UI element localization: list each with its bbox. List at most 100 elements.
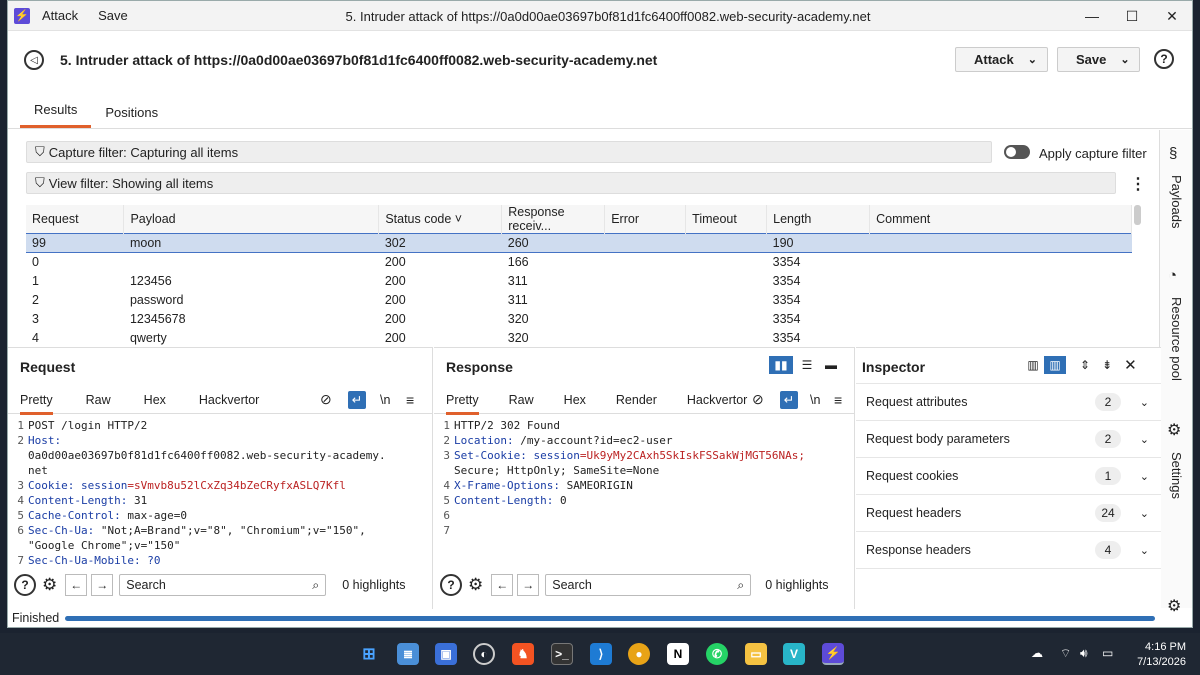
inspector-row[interactable]: Request headers 24 ⌄	[856, 495, 1161, 532]
request-tab-pretty[interactable]: Pretty	[20, 393, 53, 415]
clock[interactable]: 4:16 PM 7/13/2026	[1137, 640, 1186, 670]
tab-results[interactable]: Results	[20, 102, 92, 128]
whatsapp-icon[interactable]: ✆	[706, 643, 728, 665]
expand-icon[interactable]: ⇕	[1080, 358, 1090, 372]
arrow-right-icon[interactable]: →	[517, 574, 540, 596]
tab-positions[interactable]: Positions	[91, 105, 172, 128]
wrap-icon[interactable]: ↵	[348, 390, 366, 409]
menu-attack[interactable]: Attack	[42, 8, 78, 23]
inspector-row[interactable]: Request attributes 2 ⌄	[856, 384, 1161, 421]
newline-toggle[interactable]: \n	[380, 393, 390, 407]
maximize-icon[interactable]: ☐	[1112, 1, 1152, 31]
collapse-icon[interactable]: ⇟	[1102, 358, 1112, 372]
response-tab-pretty[interactable]: Pretty	[446, 393, 479, 415]
column-header[interactable]: Length	[766, 205, 871, 234]
minimize-icon[interactable]: —	[1072, 1, 1112, 31]
split-horizontal-icon[interactable]: ☰	[795, 356, 819, 374]
split-vertical-icon[interactable]: ▮▮	[769, 356, 793, 374]
table-row[interactable]: 3 12345678 200 320 3354	[26, 310, 1132, 329]
table-row[interactable]: 99 moon 302 260 190	[26, 233, 1132, 253]
chevron-down-icon[interactable]: ⌄	[1140, 470, 1149, 483]
resource-pool-icon[interactable]: ◔	[1168, 267, 1177, 284]
inspector-row[interactable]: Request cookies 1 ⌄	[856, 458, 1161, 495]
chrome-icon[interactable]: ●	[628, 643, 650, 665]
volume-icon[interactable]: 🔊︎	[1080, 646, 1088, 661]
vpn-icon[interactable]: ◐	[473, 643, 495, 665]
vbox-icon[interactable]: V	[783, 643, 805, 665]
chevron-down-icon[interactable]: ⌄	[1140, 544, 1149, 557]
layout-right-icon[interactable]: ▥	[1044, 356, 1066, 374]
help-icon[interactable]: ?	[14, 574, 36, 596]
request-editor[interactable]: 1 POST /login HTTP/2 2 Host: 0a0d00ae03697b0…	[8, 418, 422, 568]
burp-taskbar-icon[interactable]: ⚡	[822, 643, 844, 665]
request-tab-raw[interactable]: Raw	[86, 393, 111, 407]
column-header[interactable]: Payload	[123, 205, 380, 234]
close-icon[interactable]: ✕	[1124, 356, 1137, 374]
settings-gear-icon[interactable]: ⚙	[1167, 420, 1181, 440]
help-icon[interactable]: ?	[440, 574, 462, 596]
settings-gear-icon[interactable]: ⚙	[468, 575, 483, 595]
cloud-icon[interactable]: ☁	[1031, 646, 1043, 660]
table-row[interactable]: 1 123456 200 311 3354	[26, 272, 1132, 291]
column-header[interactable]: Request	[26, 205, 125, 234]
table-row[interactable]: 2 password 200 311 3354	[26, 291, 1132, 310]
request-tab-hex[interactable]: Hex	[144, 393, 166, 407]
save-button[interactable]: Save ⌄	[1057, 47, 1140, 72]
column-header[interactable]: Comment	[869, 205, 1132, 234]
menu-save[interactable]: Save	[98, 8, 128, 23]
attack-button[interactable]: Attack ⌄	[955, 47, 1048, 72]
single-pane-icon[interactable]: ▬	[819, 356, 843, 374]
response-tab-hex[interactable]: Hex	[564, 393, 586, 407]
arrow-right-icon[interactable]: →	[91, 574, 114, 596]
table-row[interactable]: 4 qwerty 200 320 3354	[26, 329, 1132, 348]
table-scrollbar[interactable]	[1134, 205, 1141, 225]
response-tab-render[interactable]: Render	[616, 393, 657, 407]
chevron-down-icon[interactable]: ⌄	[1140, 433, 1149, 446]
response-editor[interactable]: 1 HTTP/2 302 Found 2 Location: /my-account?…	[434, 418, 844, 538]
hide-eye-icon[interactable]: ⊘	[752, 391, 764, 408]
apply-capture-toggle[interactable]	[1004, 145, 1030, 159]
column-header[interactable]: Status code ˅	[378, 205, 503, 234]
hide-eye-icon[interactable]: ⊘	[320, 391, 332, 408]
wifi-icon[interactable]: ⌔	[1060, 646, 1071, 661]
newline-toggle[interactable]: \n	[810, 393, 820, 407]
table-row[interactable]: 0 200 166 3354	[26, 253, 1132, 272]
inspector-row[interactable]: Request body parameters 2 ⌄	[856, 421, 1161, 458]
more-options-icon[interactable]: ⋮	[1130, 174, 1146, 194]
file-explorer-icon[interactable]: ▭	[745, 643, 767, 665]
chevron-down-icon[interactable]: ⌄	[1140, 396, 1149, 409]
windows-start-icon[interactable]: ⊞	[358, 643, 380, 665]
chevron-down-icon[interactable]: ⌄	[1140, 507, 1149, 520]
arrow-left-icon[interactable]: ←	[491, 574, 514, 596]
settings-gear-icon[interactable]: ⚙	[42, 575, 57, 595]
battery-icon[interactable]: ▭	[1102, 646, 1113, 660]
notepad-icon[interactable]: ≣	[397, 643, 419, 665]
column-header[interactable]: Error	[604, 205, 687, 234]
response-search-input[interactable]: Search ⌕	[545, 574, 752, 596]
brave-icon[interactable]: ♞	[512, 643, 534, 665]
settings-gear-icon[interactable]: ⚙	[1167, 596, 1181, 616]
help-icon[interactable]: ?	[1154, 49, 1174, 69]
capture-filter-bar[interactable]: ⛉ Capture filter: Capturing all items	[26, 141, 992, 163]
menu-icon[interactable]: ≡	[406, 392, 414, 408]
payloads-icon[interactable]: §	[1169, 145, 1177, 162]
notion-icon[interactable]: N	[667, 643, 689, 665]
column-header[interactable]: Timeout	[685, 205, 768, 234]
layout-left-icon[interactable]: ▥	[1022, 356, 1044, 374]
wrap-icon[interactable]: ↵	[780, 390, 798, 409]
request-search-input[interactable]: Search ⌕	[119, 574, 327, 596]
terminal-icon[interactable]: >_	[551, 643, 573, 665]
vscode-icon[interactable]: ⟩	[590, 643, 612, 665]
store-icon[interactable]: ▣	[435, 643, 457, 665]
response-tab-raw[interactable]: Raw	[509, 393, 534, 407]
view-filter-bar[interactable]: ⛉ View filter: Showing all items	[26, 172, 1116, 194]
request-tab-hackvertor[interactable]: Hackvertor	[199, 393, 259, 407]
sidebar-resource-pool[interactable]: Resource pool	[1169, 297, 1184, 381]
menu-icon[interactable]: ≡	[834, 392, 842, 408]
sidebar-settings[interactable]: Settings	[1169, 452, 1184, 499]
inspector-row[interactable]: Response headers 4 ⌄	[856, 532, 1161, 569]
back-icon[interactable]: ◁	[24, 50, 44, 70]
column-header[interactable]: Response receiv...	[501, 205, 606, 234]
arrow-left-icon[interactable]: ←	[65, 574, 88, 596]
sidebar-payloads[interactable]: Payloads	[1169, 175, 1184, 228]
